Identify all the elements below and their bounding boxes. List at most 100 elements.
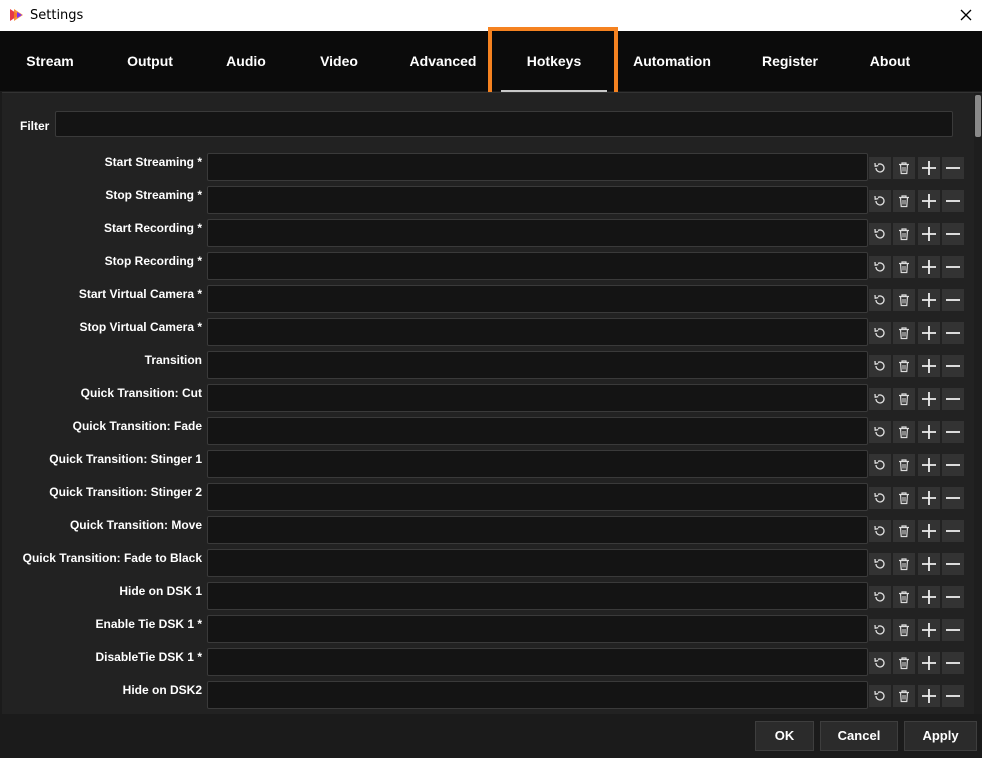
add-hotkey-button[interactable]: [918, 421, 940, 443]
revert-button[interactable]: [869, 619, 891, 641]
remove-hotkey-button[interactable]: [942, 487, 964, 509]
add-hotkey-button[interactable]: [918, 289, 940, 311]
ok-button[interactable]: OK: [755, 721, 814, 751]
revert-button[interactable]: [869, 553, 891, 575]
revert-button[interactable]: [869, 256, 891, 278]
hotkey-input[interactable]: [207, 186, 868, 214]
clear-button[interactable]: [893, 487, 915, 509]
revert-button[interactable]: [869, 289, 891, 311]
clear-button[interactable]: [893, 157, 915, 179]
clear-button[interactable]: [893, 421, 915, 443]
add-hotkey-button[interactable]: [918, 388, 940, 410]
remove-hotkey-button[interactable]: [942, 223, 964, 245]
clear-button[interactable]: [893, 289, 915, 311]
clear-button[interactable]: [893, 223, 915, 245]
tab-register[interactable]: Register: [755, 31, 825, 91]
revert-button[interactable]: [869, 487, 891, 509]
clear-button[interactable]: [893, 190, 915, 212]
tab-about[interactable]: About: [860, 31, 920, 91]
revert-button[interactable]: [869, 157, 891, 179]
hotkey-input[interactable]: [207, 351, 868, 379]
add-hotkey-button[interactable]: [918, 652, 940, 674]
revert-button[interactable]: [869, 520, 891, 542]
remove-hotkey-button[interactable]: [942, 256, 964, 278]
revert-button[interactable]: [869, 421, 891, 443]
add-hotkey-button[interactable]: [918, 487, 940, 509]
hotkey-input[interactable]: [207, 384, 868, 412]
tab-stream[interactable]: Stream: [18, 31, 82, 91]
hotkey-input[interactable]: [207, 285, 868, 313]
remove-hotkey-button[interactable]: [942, 289, 964, 311]
remove-hotkey-button[interactable]: [942, 157, 964, 179]
clear-button[interactable]: [893, 619, 915, 641]
remove-hotkey-button[interactable]: [942, 421, 964, 443]
revert-button[interactable]: [869, 223, 891, 245]
revert-button[interactable]: [869, 355, 891, 377]
add-hotkey-button[interactable]: [918, 586, 940, 608]
tab-audio[interactable]: Audio: [216, 31, 276, 91]
scrollbar-thumb[interactable]: [975, 95, 981, 137]
hotkey-input[interactable]: [207, 582, 868, 610]
hotkey-input[interactable]: [207, 153, 868, 181]
tab-hotkeys[interactable]: Hotkeys: [514, 31, 594, 91]
add-hotkey-button[interactable]: [918, 355, 940, 377]
hotkey-input[interactable]: [207, 417, 868, 445]
add-hotkey-button[interactable]: [918, 322, 940, 344]
tab-automation[interactable]: Automation: [624, 31, 720, 91]
add-hotkey-button[interactable]: [918, 157, 940, 179]
hotkey-input[interactable]: [207, 516, 868, 544]
close-button[interactable]: [950, 0, 982, 31]
add-hotkey-button[interactable]: [918, 520, 940, 542]
clear-button[interactable]: [893, 520, 915, 542]
hotkey-input[interactable]: [207, 648, 868, 676]
hotkey-input[interactable]: [207, 450, 868, 478]
hotkey-input[interactable]: [207, 681, 868, 709]
revert-button[interactable]: [869, 685, 891, 707]
remove-hotkey-button[interactable]: [942, 652, 964, 674]
filter-input[interactable]: [55, 111, 953, 137]
revert-button[interactable]: [869, 652, 891, 674]
clear-button[interactable]: [893, 586, 915, 608]
add-hotkey-button[interactable]: [918, 190, 940, 212]
remove-hotkey-button[interactable]: [942, 454, 964, 476]
clear-button[interactable]: [893, 388, 915, 410]
hotkey-input[interactable]: [207, 615, 868, 643]
apply-button[interactable]: Apply: [904, 721, 977, 751]
add-hotkey-button[interactable]: [918, 685, 940, 707]
scrollbar[interactable]: [974, 93, 982, 715]
remove-hotkey-button[interactable]: [942, 190, 964, 212]
add-hotkey-button[interactable]: [918, 619, 940, 641]
remove-hotkey-button[interactable]: [942, 586, 964, 608]
clear-button[interactable]: [893, 553, 915, 575]
add-hotkey-button[interactable]: [918, 553, 940, 575]
remove-hotkey-button[interactable]: [942, 322, 964, 344]
hotkey-input[interactable]: [207, 219, 868, 247]
revert-button[interactable]: [869, 322, 891, 344]
hotkey-input[interactable]: [207, 483, 868, 511]
add-hotkey-button[interactable]: [918, 256, 940, 278]
remove-hotkey-button[interactable]: [942, 553, 964, 575]
remove-hotkey-button[interactable]: [942, 355, 964, 377]
revert-button[interactable]: [869, 388, 891, 410]
remove-hotkey-button[interactable]: [942, 520, 964, 542]
tab-advanced[interactable]: Advanced: [403, 31, 483, 91]
revert-button[interactable]: [869, 586, 891, 608]
hotkey-input[interactable]: [207, 252, 868, 280]
cancel-button[interactable]: Cancel: [820, 721, 898, 751]
revert-button[interactable]: [869, 190, 891, 212]
revert-button[interactable]: [869, 454, 891, 476]
tab-video[interactable]: Video: [309, 31, 369, 91]
clear-button[interactable]: [893, 355, 915, 377]
remove-hotkey-button[interactable]: [942, 388, 964, 410]
clear-button[interactable]: [893, 454, 915, 476]
clear-button[interactable]: [893, 685, 915, 707]
add-hotkey-button[interactable]: [918, 454, 940, 476]
clear-button[interactable]: [893, 322, 915, 344]
tab-output[interactable]: Output: [118, 31, 182, 91]
clear-button[interactable]: [893, 256, 915, 278]
hotkey-input[interactable]: [207, 549, 868, 577]
hotkey-input[interactable]: [207, 318, 868, 346]
clear-button[interactable]: [893, 652, 915, 674]
add-hotkey-button[interactable]: [918, 223, 940, 245]
remove-hotkey-button[interactable]: [942, 619, 964, 641]
